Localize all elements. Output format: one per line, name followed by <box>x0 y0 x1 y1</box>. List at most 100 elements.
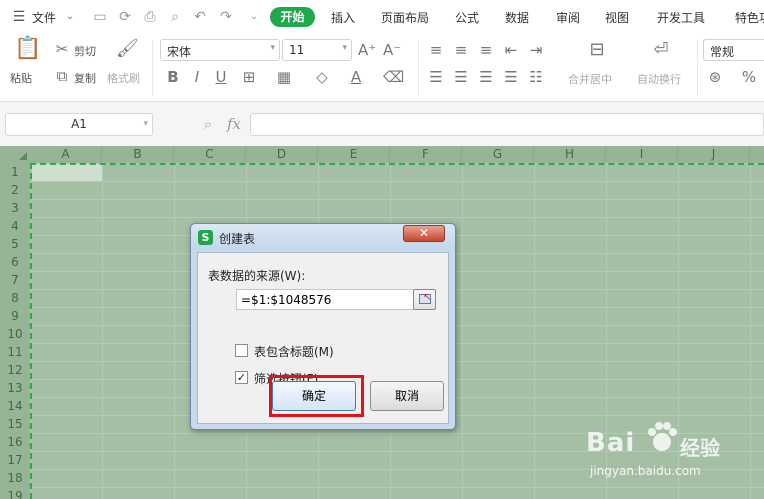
align-center-icon[interactable]: ☰ <box>452 68 470 86</box>
font-size-select[interactable]: 11 ▾ <box>282 39 352 61</box>
row-header[interactable]: 3 <box>0 199 30 217</box>
row-header[interactable]: 13 <box>0 379 30 397</box>
column-header[interactable]: G <box>462 146 534 163</box>
quick-access-dropdown-icon[interactable]: ⌄ <box>246 9 262 25</box>
align-left-icon[interactable]: ☰ <box>427 68 445 86</box>
row-header[interactable]: 19 <box>0 487 30 499</box>
row-header[interactable]: 12 <box>0 361 30 379</box>
row-header[interactable]: 6 <box>0 253 30 271</box>
print-icon[interactable]: ⎙ <box>142 9 158 25</box>
scissors-icon[interactable]: ✂ <box>53 40 71 58</box>
copy-icon[interactable]: ⧉ <box>53 67 71 85</box>
row-header[interactable]: 15 <box>0 415 30 433</box>
align-right-icon[interactable]: ☰ <box>477 68 495 86</box>
copy-button[interactable]: 复制 <box>74 70 96 86</box>
save-icon[interactable]: ▭ <box>92 9 108 25</box>
row-header[interactable]: 4 <box>0 217 30 235</box>
tab-review[interactable]: 审阅 <box>556 9 580 26</box>
chevron-down-icon[interactable]: ⌄ <box>62 9 78 25</box>
column-header[interactable]: C <box>174 146 246 163</box>
tab-data[interactable]: 数据 <box>505 9 529 26</box>
cut-button[interactable]: 剪切 <box>74 43 96 59</box>
row-header[interactable]: 5 <box>0 235 30 253</box>
tab-page-layout[interactable]: 页面布局 <box>381 9 429 26</box>
file-menu[interactable]: 文件 <box>32 9 56 26</box>
decrease-font-icon[interactable]: A⁻ <box>383 41 401 59</box>
format-painter-icon[interactable]: 🖌 <box>116 40 139 62</box>
tab-features[interactable]: 特色功 <box>735 9 764 26</box>
font-name-select[interactable]: 宋体 ▾ <box>160 39 280 61</box>
undo-icon[interactable]: ↶ <box>192 9 208 25</box>
cell-style-icon[interactable]: ▦ <box>275 68 293 86</box>
zoom-search-icon[interactable]: ⌕ <box>199 115 217 133</box>
redo-icon[interactable]: ↷ <box>218 9 234 25</box>
fill-color-icon[interactable]: ◇ <box>313 68 331 86</box>
justify-icon[interactable]: ☰ <box>502 68 520 86</box>
range-input[interactable]: =$1:$1048576 <box>236 289 414 310</box>
bold-icon[interactable]: B <box>164 68 182 86</box>
underline-icon[interactable]: U <box>212 68 230 86</box>
eraser-icon[interactable]: ⌫ <box>383 68 404 86</box>
row-header[interactable]: 14 <box>0 397 30 415</box>
merge-cells-icon[interactable]: ⊟ <box>586 41 608 63</box>
align-top-icon[interactable]: ≡ <box>427 41 445 59</box>
column-header[interactable]: E <box>318 146 390 163</box>
range-select-button[interactable]: ↖ <box>413 289 436 310</box>
wrap-text-button[interactable]: 自动换行 <box>637 71 681 87</box>
indent-increase-icon[interactable]: ⇥ <box>527 41 545 59</box>
column-header[interactable]: F <box>390 146 462 163</box>
paste-icon[interactable]: 📋 <box>14 38 41 64</box>
dialog-title: 创建表 <box>219 232 256 246</box>
row-header[interactable]: 7 <box>0 271 30 289</box>
currency-icon[interactable]: ⊛ <box>706 68 724 86</box>
indent-decrease-icon[interactable]: ⇤ <box>502 41 520 59</box>
close-button[interactable]: ✕ <box>403 225 445 242</box>
row-header[interactable]: 8 <box>0 289 30 307</box>
tab-view[interactable]: 视图 <box>605 9 629 26</box>
column-header[interactable]: H <box>534 146 606 163</box>
name-box-value: A1 <box>71 117 87 131</box>
font-color-icon[interactable]: A <box>347 68 365 86</box>
dialog-titlebar[interactable]: S 创建表 ✕ <box>191 224 455 250</box>
cancel-button[interactable]: 取消 <box>370 381 444 411</box>
row-header[interactable]: 9 <box>0 307 30 325</box>
tab-insert[interactable]: 插入 <box>331 9 355 26</box>
row-header[interactable]: 17 <box>0 451 30 469</box>
row-header[interactable]: 2 <box>0 181 30 199</box>
print-preview-icon[interactable]: ⌕ <box>167 9 183 25</box>
italic-icon[interactable]: I <box>188 68 206 86</box>
align-bottom-icon[interactable]: ≡ <box>477 41 495 59</box>
header-checkbox[interactable] <box>235 344 248 357</box>
distributed-icon[interactable]: ☷ <box>527 68 545 86</box>
row-header[interactable]: 18 <box>0 469 30 487</box>
borders-icon[interactable]: ⊞ <box>240 68 258 86</box>
name-box[interactable]: A1 ▾ <box>5 113 153 136</box>
number-format-select[interactable]: 常规 <box>703 39 764 61</box>
formula-input[interactable] <box>250 113 764 136</box>
row-header[interactable]: 1 <box>0 163 30 181</box>
increase-font-icon[interactable]: A⁺ <box>358 41 376 59</box>
tab-start[interactable]: 开始 <box>270 7 315 27</box>
filter-checkbox[interactable]: ✓ <box>235 371 248 384</box>
percent-button[interactable]: % <box>740 68 758 86</box>
column-header[interactable]: J <box>678 146 750 163</box>
tab-developer[interactable]: 开发工具 <box>657 9 705 26</box>
column-header[interactable]: A <box>30 146 102 163</box>
paste-button[interactable]: 粘贴 <box>10 70 32 86</box>
fx-icon[interactable]: fx <box>225 115 243 133</box>
column-header[interactable]: D <box>246 146 318 163</box>
row-header[interactable]: 16 <box>0 433 30 451</box>
column-header[interactable]: I <box>606 146 678 163</box>
active-cell-a1[interactable] <box>32 164 102 181</box>
column-header[interactable]: B <box>102 146 174 163</box>
merge-center-button[interactable]: 合并居中 <box>568 71 612 87</box>
hamburger-menu-icon[interactable]: ☰ <box>11 9 27 25</box>
tab-formulas[interactable]: 公式 <box>455 9 479 26</box>
align-middle-icon[interactable]: ≡ <box>452 41 470 59</box>
wrap-text-icon[interactable]: ⏎ <box>650 41 672 63</box>
format-painter-button[interactable]: 格式刷 <box>107 70 140 86</box>
share-icon[interactable]: ⟳ <box>117 9 133 25</box>
row-header[interactable]: 11 <box>0 343 30 361</box>
select-all-corner[interactable] <box>0 146 30 163</box>
row-header[interactable]: 10 <box>0 325 30 343</box>
